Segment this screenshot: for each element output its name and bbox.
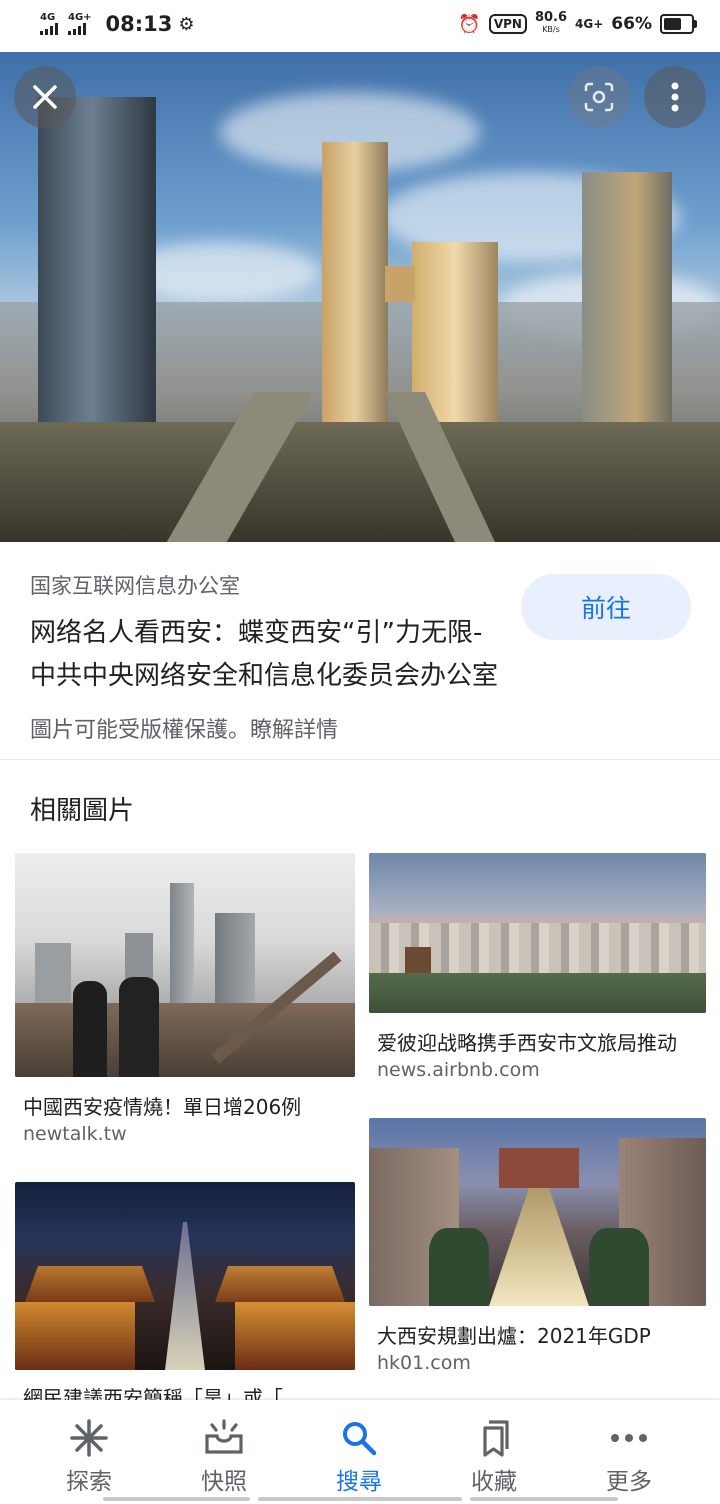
network-speed: 80.6 KB/s (534, 10, 568, 34)
close-button[interactable] (14, 66, 76, 128)
lens-button[interactable] (568, 66, 630, 128)
nav-explore[interactable]: 探索 (17, 1400, 161, 1504)
gesture-bar-right (470, 1497, 618, 1501)
lens-icon (584, 82, 614, 112)
related-card-1[interactable]: 中國西安疫情燒！單日增206例 newtalk.tw (15, 853, 355, 1153)
related-thumb-4[interactable] (15, 1182, 355, 1370)
related-title-2[interactable]: 爱彼迎战略携手西安市文旅局推动 (377, 1027, 697, 1056)
search-icon (343, 1422, 377, 1456)
snapshot-icon (205, 1419, 243, 1454)
bookmark-icon (483, 1420, 509, 1457)
nav-snapshot-label: 快照 (201, 1469, 247, 1495)
related-domain-3: hk01.com (377, 1352, 471, 1374)
nav-more-label: 更多 (606, 1469, 652, 1495)
alarm-icon: ⏰ (458, 13, 481, 35)
nav-snapshot[interactable]: 快照 (152, 1400, 296, 1504)
nav-collections-label: 收藏 (471, 1469, 517, 1495)
signal-2-icon: 4G+ (68, 13, 92, 35)
related-title-1[interactable]: 中國西安疫情燒！單日增206例 (23, 1091, 343, 1120)
related-thumb-2[interactable] (369, 853, 706, 1013)
gesture-bar-left (103, 1497, 250, 1501)
clock: 08:13 (105, 12, 173, 36)
settings-gear-icon: ⚙ (178, 13, 195, 35)
more-vert-icon (671, 82, 679, 112)
image-title[interactable]: 网络名人看西安：蝶变西安“引”力无限-中共中央网络安全和信息化委员会办公室 (30, 612, 500, 698)
vpn-badge: VPN (488, 14, 527, 34)
close-icon (33, 85, 57, 109)
related-images-heading: 相關圖片 (30, 796, 135, 826)
copyright-notice[interactable]: 圖片可能受版權保護。瞭解詳情 (30, 712, 338, 744)
signal-1-icon: 4G (40, 13, 58, 35)
hero-image[interactable] (0, 52, 720, 542)
related-card-3[interactable]: 大西安規劃出爐：2021年GDP hk01.com (369, 1118, 706, 1378)
asterisk-icon (70, 1419, 108, 1457)
visit-button[interactable]: 前往 (521, 574, 691, 640)
gesture-bar-center (258, 1497, 462, 1501)
divider (0, 759, 720, 760)
related-card-2[interactable]: 爱彼迎战略携手西安市文旅局推动 news.airbnb.com (369, 853, 706, 1088)
nav-search-label: 搜尋 (336, 1469, 382, 1495)
more-options-button[interactable] (644, 66, 706, 128)
related-domain-1: newtalk.tw (23, 1123, 127, 1145)
nav-explore-label: 探索 (66, 1469, 112, 1495)
nav-search[interactable]: 搜尋 (287, 1400, 431, 1504)
nav-more[interactable]: 更多 (557, 1400, 701, 1504)
related-domain-2: news.airbnb.com (377, 1059, 540, 1081)
related-thumb-3[interactable] (369, 1118, 706, 1306)
related-thumb-1[interactable] (15, 853, 355, 1077)
network-type-icon: 4G+ (575, 17, 604, 31)
related-title-3[interactable]: 大西安規劃出爐：2021年GDP (377, 1320, 697, 1349)
nav-collections[interactable]: 收藏 (422, 1400, 566, 1504)
image-source: 国家互联网信息办公室 (30, 574, 240, 598)
status-bar: 4G 4G+ 08:13 ⚙ ⏰ VPN 80.6 KB/s 4G+ 66% (0, 0, 720, 52)
related-card-4[interactable]: 網民建議西安簡稱「昊」或「 (15, 1182, 355, 1410)
more-horiz-icon (611, 1434, 647, 1442)
bottom-navigation: 探索 快照 搜尋 收藏 更多 (0, 1400, 720, 1504)
battery-icon (660, 14, 697, 34)
battery-percent: 66% (611, 14, 652, 34)
